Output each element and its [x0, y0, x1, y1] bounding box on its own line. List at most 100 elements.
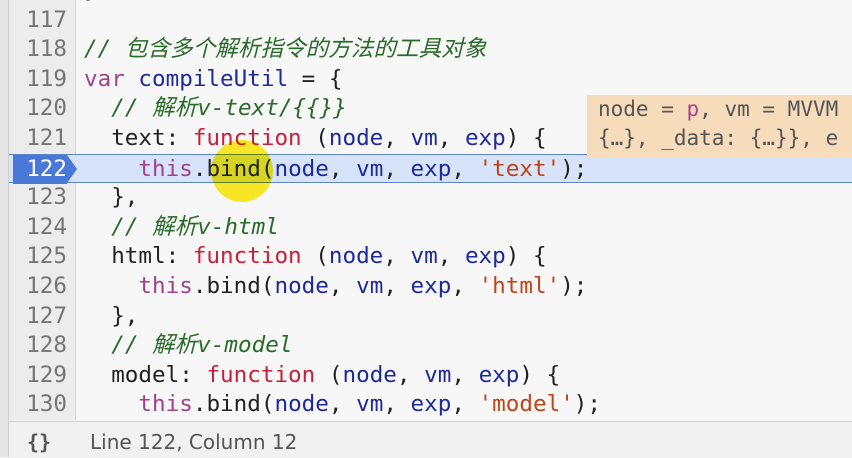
code-text: // 解析v-html — [84, 213, 279, 243]
mouse-cursor-highlight — [211, 140, 273, 202]
code-token: , — [383, 273, 411, 299]
variable-value-tooltip: node = p, vm = MVVM {…}, _data: {…}}, e — [587, 95, 852, 157]
code-token: ); — [573, 391, 602, 418]
code-editor[interactable]: 116};117118// 包含多个解析指令的方法的工具对象119var com… — [9, 0, 852, 420]
code-text: }, — [84, 302, 138, 332]
code-token: 'model' — [478, 391, 574, 418]
code-text: model: function (node, vm, exp) { — [84, 361, 560, 391]
code-token: = { — [288, 65, 343, 92]
code-line[interactable]: 117 — [9, 6, 852, 36]
code-token: // 解析v-model — [111, 332, 293, 359]
code-token: vm — [356, 391, 384, 418]
code-token: exp — [478, 361, 520, 388]
line-number[interactable]: 128 — [9, 331, 67, 361]
pretty-print-icon[interactable]: {} — [27, 430, 51, 454]
code-text: this.bind(node, vm, exp, 'model'); — [84, 390, 601, 420]
code-token: , — [437, 125, 465, 151]
code-token: exp — [410, 391, 452, 418]
code-token: , — [451, 155, 479, 182]
code-token: 'text' — [478, 155, 561, 182]
code-token: , — [383, 391, 411, 418]
code-token: // 解析v-text/{{}} — [111, 95, 347, 122]
line-number[interactable]: 130 — [9, 390, 67, 420]
code-token: vm — [410, 125, 438, 151]
code-token: ) { — [505, 125, 547, 151]
code-line[interactable]: 129 model: function (node, vm, exp) { — [9, 361, 852, 391]
status-bar: {} Line 122, Column 12 — [9, 421, 852, 458]
code-token: .bind( — [192, 273, 275, 299]
code-token: , — [328, 391, 357, 418]
code-token: node — [328, 125, 384, 151]
code-token: node — [328, 243, 384, 270]
code-token: vm — [424, 361, 452, 388]
panel-divider[interactable] — [0, 0, 9, 457]
code-token: this — [138, 391, 193, 418]
code-line[interactable]: 130 this.bind(node, vm, exp, 'model'); — [9, 390, 852, 420]
code-token: 'html' — [478, 273, 561, 299]
code-text: }, — [84, 183, 138, 213]
code-line[interactable]: 123 }, — [9, 183, 852, 213]
line-number[interactable]: 121 — [9, 124, 67, 154]
code-token: this — [138, 273, 193, 299]
code-token: , — [383, 243, 411, 270]
code-token: node — [342, 361, 397, 388]
line-number[interactable]: 122 — [13, 154, 77, 185]
line-number[interactable]: 120 — [9, 94, 67, 124]
line-number[interactable]: 123 — [9, 183, 67, 213]
code-token: }; — [84, 0, 111, 3]
code-line[interactable]: 128 // 解析v-model — [9, 331, 852, 361]
code-token: exp — [410, 155, 452, 182]
code-token: , — [451, 391, 479, 418]
line-number[interactable]: 124 — [9, 213, 67, 243]
code-text: // 解析v-model — [84, 331, 292, 361]
code-line[interactable]: 124 // 解析v-html — [9, 213, 852, 243]
code-token: , — [328, 273, 357, 299]
line-number[interactable]: 127 — [9, 302, 67, 332]
line-number[interactable]: 119 — [9, 65, 67, 95]
code-token: // 解析v-html — [111, 213, 279, 240]
cursor-position: Line 122, Column 12 — [90, 430, 298, 454]
code-text: this.bind(node, vm, exp, 'html'); — [84, 272, 587, 302]
code-token: , — [328, 155, 357, 182]
code-line[interactable]: 119 var compileUtil = { — [9, 65, 852, 95]
code-line[interactable]: 127 }, — [9, 302, 852, 332]
code-token: this — [138, 155, 193, 182]
code-token: compileUtil — [138, 65, 289, 92]
line-number[interactable]: 126 — [9, 272, 67, 302]
line-number[interactable]: 129 — [9, 361, 67, 391]
line-number[interactable]: 125 — [9, 242, 67, 272]
line-number[interactable]: 117 — [9, 6, 67, 36]
code-token: var — [84, 65, 139, 92]
code-token: vm — [356, 155, 384, 182]
code-text: var compileUtil = { — [84, 65, 342, 95]
code-text: html: function (node, vm, exp) { — [84, 242, 547, 272]
code-token: , — [437, 243, 465, 270]
code-token: vm — [356, 273, 384, 299]
code-token: node — [274, 391, 329, 418]
code-text: // 解析v-text/{{}} — [84, 94, 347, 124]
code-token: ) { — [505, 243, 547, 270]
code-token: ); — [560, 273, 588, 299]
code-token: vm — [410, 243, 438, 270]
code-line[interactable]: 126 this.bind(node, vm, exp, 'html'); — [9, 272, 852, 302]
code-text: // 包含多个解析指令的方法的工具对象 — [84, 35, 486, 65]
code-token: exp — [410, 273, 452, 299]
code-token: model: — [84, 361, 207, 388]
tooltip-text: , vm = MVVM — [699, 97, 839, 121]
code-token: exp — [464, 243, 506, 270]
line-number[interactable]: 118 — [9, 35, 67, 65]
code-token: node — [274, 155, 329, 182]
code-token: text: — [84, 125, 193, 151]
code-line[interactable]: 118 // 包含多个解析指令的方法的工具对象 — [9, 35, 852, 65]
code-text: text: function (node, vm, exp) { — [84, 124, 547, 154]
code-line-active-breakpoint[interactable]: 122 this.bind(node, vm, exp, 'text'); — [9, 153, 852, 185]
tooltip-text: node = — [598, 97, 687, 121]
code-token: .bind( — [192, 391, 275, 418]
code-line[interactable]: 125 html: function (node, vm, exp) { — [9, 242, 852, 272]
tooltip-node-value: p — [686, 97, 700, 121]
code-token: // 包含多个解析指令的方法的工具对象 — [84, 36, 487, 63]
code-token: exp — [464, 125, 506, 151]
code-token: ) { — [519, 361, 561, 388]
